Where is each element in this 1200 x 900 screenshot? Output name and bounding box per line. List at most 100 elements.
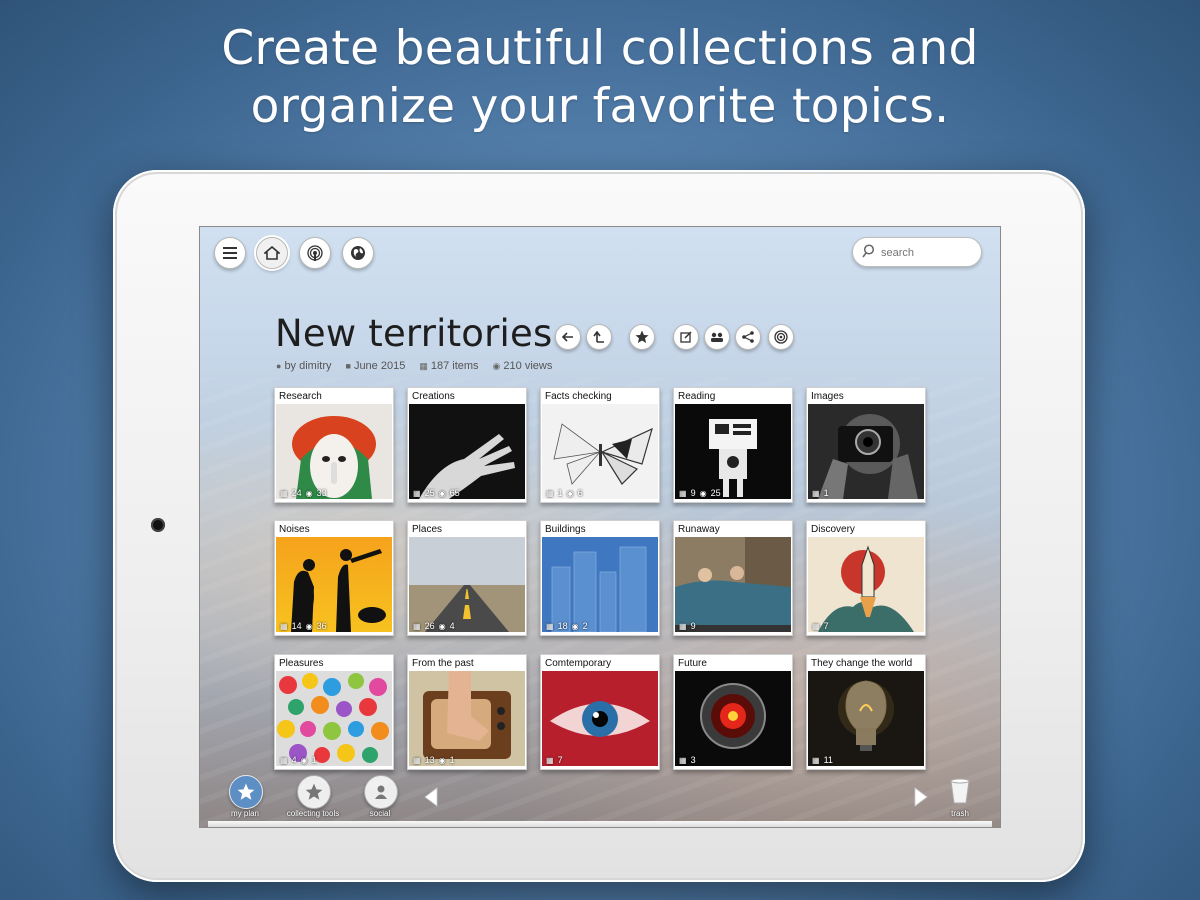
collection-card-buildings[interactable]: Buildings ▦ 18 ◉ 2 — [540, 520, 660, 636]
star-icon — [237, 783, 255, 800]
social-button[interactable] — [364, 775, 398, 809]
grid-icon: ▦ — [546, 755, 554, 765]
collection-card-places[interactable]: Places ▦ 26 ◉ 4 — [407, 520, 527, 636]
favorite-button[interactable] — [629, 324, 655, 350]
grid-icon: ▦ — [280, 755, 288, 765]
eye-icon: ◉ — [699, 488, 707, 498]
collection-card-reading[interactable]: Reading ▦ 9 ◉ 25 — [673, 387, 793, 503]
card-thumbnail — [276, 537, 392, 632]
share-button[interactable] — [735, 324, 761, 350]
collection-card-noises[interactable]: Noises ▦ 14 ◉ 36 — [274, 520, 394, 636]
eye-icon: ◉ — [305, 488, 313, 498]
collection-card-discovery[interactable]: Discovery ▦ 7 — [806, 520, 926, 636]
eye-icon: ◉ — [438, 621, 446, 631]
my-plan-button[interactable] — [229, 775, 263, 809]
card-stats: ▦ 9 ◉ 25 — [679, 488, 721, 498]
card-label: Facts checking — [545, 391, 612, 402]
card-stats: ▦ 25 ◉ 65 — [413, 488, 460, 498]
card-stats: ▦ 7 — [546, 755, 563, 765]
card-label: Buildings — [545, 524, 586, 535]
collecting-tools-button[interactable] — [297, 775, 331, 809]
eye-icon: ◉ — [305, 621, 313, 631]
collection-card-research[interactable]: Research ▦ 24 ◉ 33 — [274, 387, 394, 503]
star-icon — [305, 783, 323, 800]
date-text: June 2015 — [353, 360, 406, 372]
target-button[interactable] — [768, 324, 794, 350]
search-box[interactable] — [852, 237, 982, 267]
views-text: 210 views — [503, 360, 553, 372]
search-input[interactable] — [879, 243, 973, 263]
collection-card-runaway[interactable]: Runaway ▦ 9 — [673, 520, 793, 636]
grid-icon: ▦ — [280, 488, 288, 498]
collection-card-creations[interactable]: Creations ▦ 25 ◉ 65 — [407, 387, 527, 503]
card-stats: ▦ 13 ◉ 1 — [413, 755, 455, 765]
card-items-count: 9 — [690, 621, 696, 631]
scroll-right-button[interactable] — [914, 787, 928, 813]
arrow-up-icon — [593, 331, 604, 343]
card-items-count: 18 — [557, 621, 568, 631]
card-stats: ▦ 18 ◉ 2 — [546, 621, 588, 631]
card-label: Noises — [279, 524, 310, 535]
eye-icon: ◉ — [300, 755, 308, 765]
headline: Create beautiful collections and organiz… — [0, 20, 1200, 136]
eye-icon: ◉ — [571, 621, 579, 631]
card-stats: ▦ 24 ◉ 33 — [280, 488, 327, 498]
card-views-count: 1 — [449, 755, 455, 765]
card-thumbnail — [675, 537, 791, 632]
target-icon — [774, 330, 788, 344]
globe-icon — [351, 246, 365, 260]
grid-icon: ▦ — [413, 755, 421, 765]
card-items-count: 24 — [291, 488, 302, 498]
card-stats: ▦ 26 ◉ 4 — [413, 621, 455, 631]
app-screen: New territories ●by dimitry ■June 2015 ▦… — [199, 226, 1001, 828]
collection-card-facts-checking[interactable]: Facts checking ▦ 1 ◉ 6 — [540, 387, 660, 503]
card-label: Future — [678, 658, 707, 669]
card-label: From the past — [412, 658, 474, 669]
add-people-button[interactable] — [704, 324, 730, 350]
card-label: Pleasures — [279, 658, 324, 669]
card-views-count: 65 — [449, 488, 460, 498]
broadcast-button[interactable] — [299, 237, 331, 269]
collection-card-images[interactable]: Images ▦ 1 — [806, 387, 926, 503]
arrow-left-icon — [562, 332, 573, 342]
card-items-count: 11 — [823, 755, 833, 765]
card-thumbnail — [808, 404, 924, 499]
grid-icon: ▦ — [413, 488, 421, 498]
card-stats: ▦ 11 — [812, 755, 833, 765]
headline-line-1: Create beautiful collections and — [221, 21, 979, 76]
trash-button[interactable] — [949, 778, 971, 809]
card-stats: ▦ 4 ◉ 1 — [280, 755, 317, 765]
card-stats: ▦ 3 — [679, 755, 696, 765]
hamburger-icon — [223, 247, 237, 259]
collection-card-from-the-past[interactable]: From the past ▦ 13 ◉ 1 — [407, 654, 527, 770]
card-label: Discovery — [811, 524, 855, 535]
globe-button[interactable] — [342, 237, 374, 269]
card-items-count: 7 — [823, 621, 829, 631]
grid-icon: ▦ — [679, 488, 687, 498]
collection-card-future[interactable]: Future ▦ 3 — [673, 654, 793, 770]
collecting-tools-label: collecting tools — [286, 809, 340, 818]
edit-button[interactable] — [673, 324, 699, 350]
card-thumbnail — [542, 404, 658, 499]
up-button[interactable] — [586, 324, 612, 350]
card-label: Comtemporary — [545, 658, 612, 669]
card-views-count: 6 — [577, 488, 583, 498]
my-plan-label: my plan — [230, 809, 260, 818]
menu-button[interactable] — [214, 237, 246, 269]
collection-card-pleasures[interactable]: Pleasures ▦ 4 ◉ 1 — [274, 654, 394, 770]
person-icon — [375, 785, 387, 799]
dock-shelf — [208, 821, 992, 827]
collection-card-comtemporary[interactable]: Comtemporary ▦ 7 — [540, 654, 660, 770]
grid-icon: ▦ — [413, 621, 421, 631]
grid-icon: ▦ — [679, 621, 687, 631]
card-views-count: 1 — [311, 755, 317, 765]
card-label: Images — [811, 391, 844, 402]
card-items-count: 9 — [690, 488, 696, 498]
collection-card-they-change-the-world[interactable]: They change the world ▦ 11 — [806, 654, 926, 770]
back-button[interactable] — [555, 324, 581, 350]
home-button[interactable] — [256, 237, 288, 269]
card-items-count: 1 — [823, 488, 829, 498]
trash-icon — [950, 778, 970, 804]
card-views-count: 2 — [582, 621, 588, 631]
scroll-left-button[interactable] — [424, 787, 438, 813]
